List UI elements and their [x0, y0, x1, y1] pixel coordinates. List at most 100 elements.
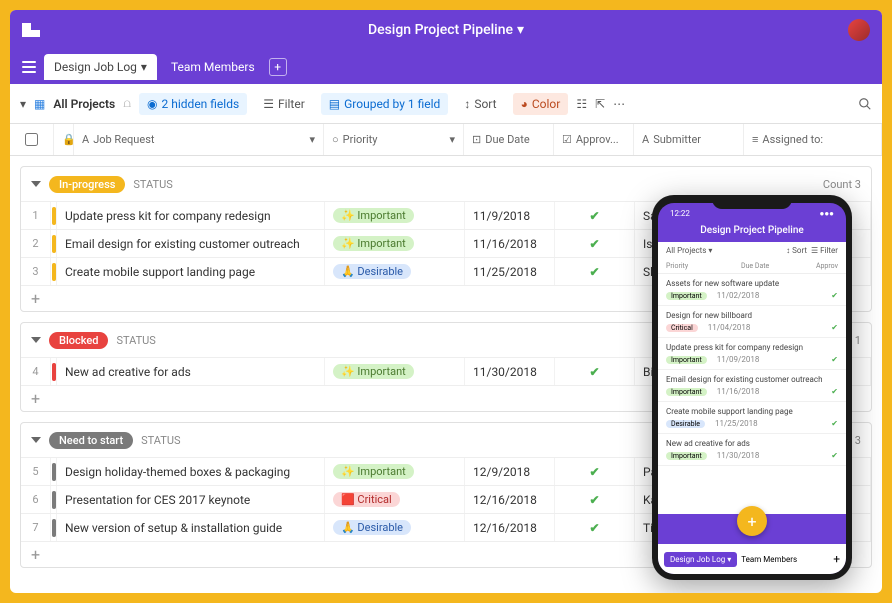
menu-icon[interactable]: [18, 56, 40, 78]
search-icon[interactable]: [858, 97, 872, 111]
cell-approved[interactable]: ✔: [555, 202, 635, 229]
filter-button[interactable]: ☰ Filter: [255, 93, 313, 115]
tab-bar: Design Job Log ▾ Team Members +: [10, 50, 882, 84]
label: Priority: [666, 262, 741, 270]
check-icon: ✔: [831, 323, 838, 332]
phone-item-title: Update press kit for company redesign: [666, 343, 838, 352]
cell-job-request[interactable]: Update press kit for company redesign: [57, 202, 325, 229]
phone-list-item[interactable]: Create mobile support landing page Desir…: [658, 402, 846, 434]
logo-icon[interactable]: [22, 23, 40, 37]
phone-sort-filter[interactable]: ↕ Sort ☰ Filter: [786, 246, 838, 255]
cell-approved[interactable]: ✔: [555, 258, 635, 285]
phone-list-item[interactable]: Email design for existing customer outre…: [658, 370, 846, 402]
label: 2 hidden fields: [162, 97, 240, 111]
phone-add-tab[interactable]: +: [833, 552, 840, 566]
chevron-down-icon: ▾: [517, 22, 524, 38]
check-icon: ✔: [589, 365, 599, 379]
tab-team-members[interactable]: Team Members: [161, 54, 265, 80]
cell-priority[interactable]: 🙏 Desirable: [325, 514, 465, 541]
sort-button[interactable]: ↕ Sort: [456, 93, 504, 115]
cell-job-request[interactable]: Presentation for CES 2017 keynote: [57, 486, 325, 513]
phone-item-date: 11/25/2018: [715, 419, 758, 428]
cell-job-request[interactable]: New ad creative for ads: [57, 358, 325, 385]
hidden-fields-button[interactable]: ◉ 2 hidden fields: [139, 93, 247, 115]
col-job-request[interactable]: AJob Request▾: [74, 124, 324, 155]
phone-tab-active[interactable]: Design Job Log ▾: [664, 552, 737, 567]
phone-list[interactable]: Assets for new software update Important…: [658, 274, 846, 514]
base-title[interactable]: Design Project Pipeline ▾: [368, 22, 524, 38]
check-icon: ✔: [589, 493, 599, 507]
col-submitter[interactable]: ASubmitter: [634, 124, 744, 155]
color-button[interactable]: ◕ Color: [513, 93, 569, 115]
label: Color: [532, 97, 560, 111]
status-label: STATUS: [141, 434, 180, 447]
tab-label: Team Members: [171, 60, 255, 74]
cell-due-date[interactable]: 12/16/2018: [465, 514, 555, 541]
cell-due-date[interactable]: 12/9/2018: [465, 458, 555, 485]
cell-priority[interactable]: ✨ Important: [325, 458, 465, 485]
share-icon[interactable]: ⇱: [595, 97, 605, 111]
phone-view[interactable]: All Projects ▾: [666, 246, 712, 255]
phone-list-item[interactable]: Design for new billboard Critical 11/04/…: [658, 306, 846, 338]
col-assigned[interactable]: ≡Assigned to:: [744, 124, 882, 155]
filter-icon: ☰: [263, 97, 274, 111]
add-tab-button[interactable]: +: [269, 58, 287, 76]
cell-priority[interactable]: ✨ Important: [325, 358, 465, 385]
avatar[interactable]: [848, 19, 870, 41]
cell-due-date[interactable]: 11/25/2018: [465, 258, 555, 285]
tab-design-job-log[interactable]: Design Job Log ▾: [44, 54, 157, 80]
cell-priority[interactable]: ✨ Important: [325, 230, 465, 257]
cell-priority[interactable]: 🟥 Critical: [325, 486, 465, 513]
cell-priority[interactable]: ✨ Important: [325, 202, 465, 229]
row-height-icon[interactable]: ☷: [576, 97, 587, 111]
cell-approved[interactable]: ✔: [555, 486, 635, 513]
phone-item-title: Assets for new software update: [666, 279, 838, 288]
cell-due-date[interactable]: 11/9/2018: [465, 202, 555, 229]
phone-list-item[interactable]: New ad creative for ads Important 11/30/…: [658, 434, 846, 466]
phone-priority-pill: Important: [666, 452, 707, 460]
phone-item-date: 11/09/2018: [717, 355, 760, 364]
phone-tab-inactive[interactable]: Team Members: [741, 555, 797, 564]
cell-due-date[interactable]: 11/30/2018: [465, 358, 555, 385]
label: Sort: [474, 97, 496, 111]
cell-job-request[interactable]: New version of setup & installation guid…: [57, 514, 325, 541]
app-window: Design Project Pipeline ▾ Design Job Log…: [10, 10, 882, 593]
group-button[interactable]: ▤ Grouped by 1 field: [321, 93, 449, 115]
phone-item-title: Create mobile support landing page: [666, 407, 838, 416]
priority-pill: ✨ Important: [333, 364, 414, 379]
paint-icon: ◕: [521, 97, 528, 111]
cell-job-request[interactable]: Email design for existing customer outre…: [57, 230, 325, 257]
cell-approved[interactable]: ✔: [555, 514, 635, 541]
phone-col-header: Priority Due Date Approv: [658, 259, 846, 274]
cell-priority[interactable]: 🙏 Desirable: [325, 258, 465, 285]
label: Assigned to:: [762, 133, 823, 146]
cell-due-date[interactable]: 11/16/2018: [465, 230, 555, 257]
phone-list-item[interactable]: Update press kit for company redesign Im…: [658, 338, 846, 370]
select-all-checkbox[interactable]: [25, 133, 38, 146]
label: Filter: [278, 97, 305, 111]
col-approved[interactable]: ☑Approv...: [554, 124, 634, 155]
collapse-icon: [31, 337, 41, 343]
cell-approved[interactable]: ✔: [555, 358, 635, 385]
chevron-down-icon[interactable]: ▾: [20, 97, 26, 111]
cell-job-request[interactable]: Create mobile support landing page: [57, 258, 325, 285]
people-icon[interactable]: ⩍: [123, 96, 131, 111]
cell-due-date[interactable]: 12/16/2018: [465, 486, 555, 513]
view-name[interactable]: All Projects: [53, 97, 115, 111]
fab-add-button[interactable]: +: [737, 506, 767, 536]
row-number: 3: [21, 258, 51, 285]
tab-label: Design Job Log: [54, 60, 137, 74]
cell-job-request[interactable]: Design holiday-themed boxes & packaging: [57, 458, 325, 485]
label: Job Request: [93, 133, 154, 146]
phone-list-item[interactable]: Assets for new software update Important…: [658, 274, 846, 306]
row-number: 7: [21, 514, 51, 541]
phone-item-date: 11/30/2018: [717, 451, 760, 460]
col-priority[interactable]: ○Priority▾: [324, 124, 464, 155]
row-number: 4: [21, 358, 51, 385]
status-label: STATUS: [133, 178, 172, 191]
cell-approved[interactable]: ✔: [555, 230, 635, 257]
cell-approved[interactable]: ✔: [555, 458, 635, 485]
more-icon[interactable]: ⋯: [613, 97, 625, 111]
col-due-date[interactable]: ⊡Due Date: [464, 124, 554, 155]
phone-item-date: 11/16/2018: [717, 387, 760, 396]
